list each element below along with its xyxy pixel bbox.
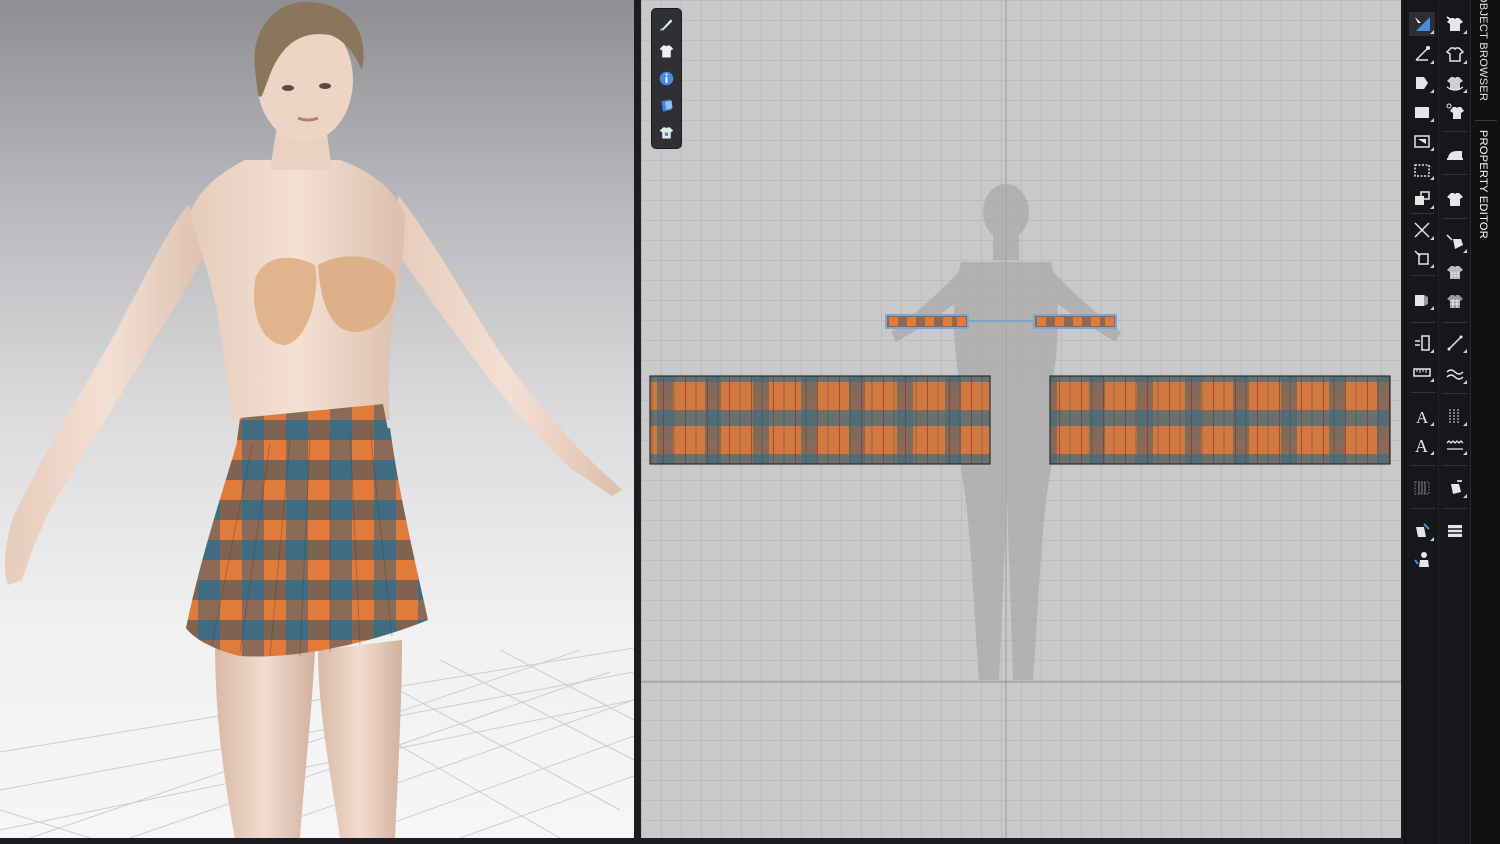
floor-grid [0, 647, 634, 838]
tab-object-browser[interactable]: OBJECT BROWSER [1477, 0, 1489, 101]
right-arm [395, 195, 622, 496]
add-point-icon[interactable] [1409, 246, 1435, 270]
segment-icon[interactable] [1409, 331, 1435, 355]
text-icon[interactable]: A [1409, 404, 1435, 428]
3d-scene [0, 1, 634, 838]
2d-pattern-window[interactable] [641, 0, 1401, 838]
pattern-tools-column: A A [1404, 0, 1439, 844]
avatar-shirt-icon[interactable] [656, 122, 677, 143]
garment-tshirt-icon[interactable] [656, 41, 677, 62]
simulate-icon[interactable] [1442, 12, 1468, 36]
right-leg [318, 640, 402, 838]
text-edit-icon[interactable]: A [1409, 433, 1435, 457]
needle-pen-icon[interactable] [656, 14, 677, 35]
3d-viewport[interactable] [0, 0, 634, 838]
info-icon[interactable] [656, 68, 677, 89]
simulate-free-icon[interactable] [1442, 71, 1468, 95]
mesh-icon[interactable] [1442, 289, 1468, 313]
transform-pattern-icon[interactable] [1409, 71, 1435, 95]
3d-tools-column [1438, 0, 1471, 844]
pin-icon[interactable] [1409, 519, 1435, 543]
edit-pattern-icon[interactable] [1409, 42, 1435, 66]
pleat-icon[interactable] [1409, 476, 1435, 500]
svg-text:A: A [1416, 408, 1429, 426]
fit-icon[interactable] [1442, 260, 1468, 284]
fabric-swatch-icon[interactable] [656, 95, 677, 116]
svg-text:A: A [1415, 436, 1428, 455]
edit-curve-icon[interactable] [1409, 218, 1435, 242]
skirt-panel-left [649, 375, 991, 465]
2d-view-toolbar [651, 8, 682, 149]
seam-line-icon[interactable] [1442, 331, 1468, 355]
trace-icon[interactable] [1409, 187, 1435, 211]
ruler-icon[interactable] [1409, 360, 1435, 384]
zigzag-icon[interactable] [1442, 404, 1468, 428]
tack-icon[interactable] [1442, 476, 1468, 500]
2d-canvas [641, 0, 1401, 838]
side-panel-tabs: OBJECT BROWSER PROPERTY EDITOR [1470, 0, 1500, 844]
internal-rectangle-icon[interactable] [1409, 158, 1435, 182]
avatar-pin-icon[interactable] [1409, 548, 1435, 572]
plaid-skirt [186, 404, 428, 657]
bottom-border [0, 838, 1500, 844]
topstitch-icon[interactable] [1442, 362, 1468, 386]
polygon-icon[interactable] [1409, 129, 1435, 153]
waistband-piece-left [885, 314, 969, 329]
left-leg [215, 640, 315, 838]
tab-property-editor[interactable]: PROPERTY EDITOR [1477, 130, 1489, 239]
fold-arrange-icon[interactable] [1442, 231, 1468, 255]
tab-separator [1475, 120, 1497, 121]
viewport-divider[interactable] [634, 0, 641, 844]
zipper-icon[interactable] [1442, 433, 1468, 457]
skirt-panel-right [1049, 375, 1391, 465]
rectangle-icon[interactable] [1409, 100, 1435, 124]
left-arm [5, 205, 213, 585]
simulate-segment-icon[interactable] [1442, 42, 1468, 66]
iron-icon[interactable] [1442, 142, 1468, 166]
tshirt-settings-icon[interactable] [1442, 187, 1468, 211]
fold-icon[interactable] [1409, 288, 1435, 312]
waistband-piece-right [1033, 314, 1117, 329]
select-transform-icon[interactable] [1409, 12, 1435, 36]
shirring-icon[interactable] [1442, 519, 1468, 543]
simulate-point-icon[interactable] [1442, 100, 1468, 124]
